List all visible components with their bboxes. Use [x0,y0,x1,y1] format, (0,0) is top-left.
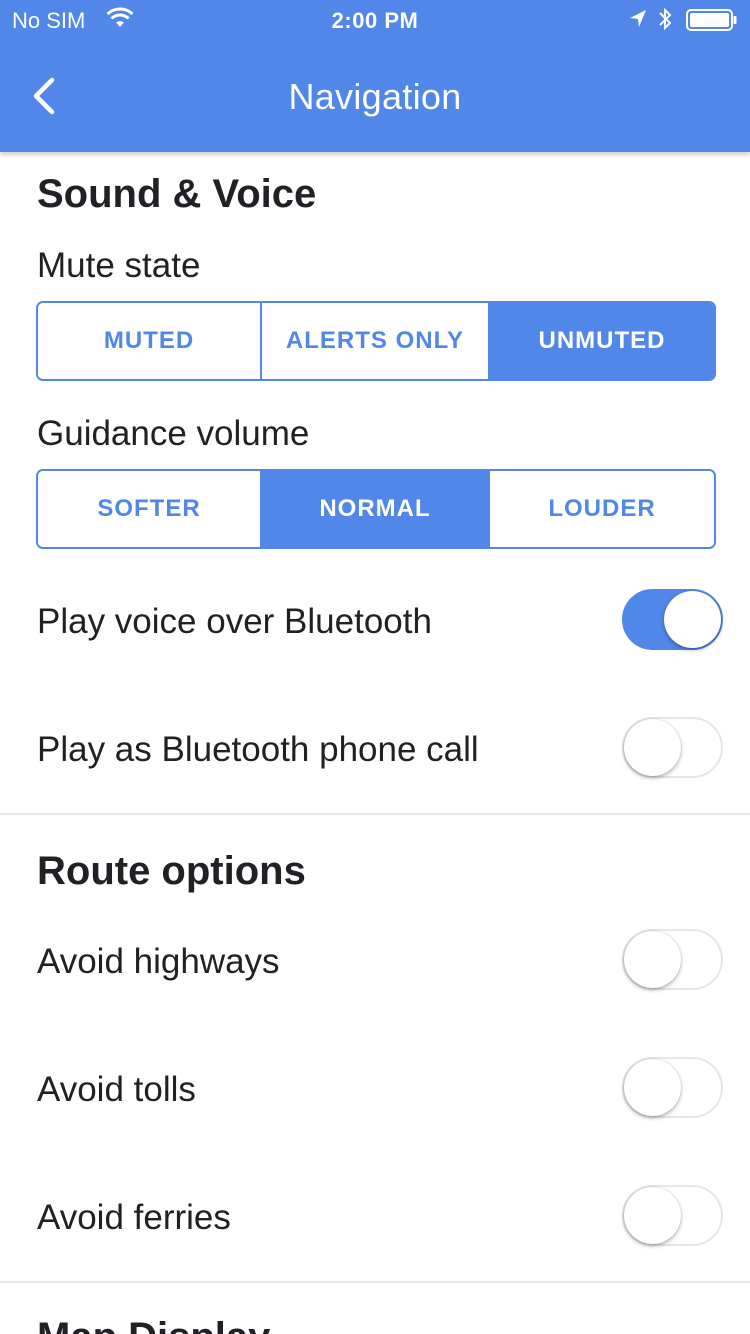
location-arrow-icon [628,8,648,36]
section-divider [0,1281,750,1283]
mute-state-label: Mute state [37,246,201,285]
page-title: Navigation [288,76,462,117]
toggle-knob [624,1059,681,1116]
section-title-map-display: Map Display [37,1315,270,1334]
battery-icon [686,9,738,37]
toggle-knob [624,1187,681,1244]
volume-option-softer[interactable]: SOFTER [38,471,262,547]
mute-state-segmented-control: MUTED ALERTS ONLY UNMUTED [36,301,716,381]
play-voice-bluetooth-toggle[interactable] [622,589,723,650]
section-divider [0,813,750,815]
mute-option-muted[interactable]: MUTED [38,303,262,379]
section-title-sound-voice: Sound & Voice [37,172,317,216]
toggle-knob [664,591,721,648]
toggle-knob [624,931,681,988]
settings-content[interactable]: Sound & Voice Mute state MUTED ALERTS ON… [0,152,750,1334]
avoid-tolls-label: Avoid tolls [37,1070,196,1109]
avoid-ferries-toggle[interactable] [622,1185,723,1246]
volume-option-normal[interactable]: NORMAL [262,471,490,547]
avoid-tolls-toggle[interactable] [622,1057,723,1118]
section-title-route-options: Route options [37,849,306,893]
avoid-highways-label: Avoid highways [37,942,280,981]
play-bluetooth-call-toggle[interactable] [622,717,723,778]
guidance-volume-label: Guidance volume [37,414,310,453]
toggle-knob [624,719,681,776]
bluetooth-icon [657,6,673,38]
app-header: No SIM 2:00 PM Navigation [0,0,750,152]
avoid-highways-toggle[interactable] [622,929,723,990]
avoid-ferries-label: Avoid ferries [37,1198,231,1237]
volume-option-louder[interactable]: LOUDER [490,471,714,547]
mute-option-alerts-only[interactable]: ALERTS ONLY [262,303,490,379]
mute-option-unmuted[interactable]: UNMUTED [490,303,714,379]
guidance-volume-segmented-control: SOFTER NORMAL LOUDER [36,469,716,549]
status-bar: No SIM 2:00 PM [0,0,750,40]
play-voice-bluetooth-label: Play voice over Bluetooth [37,602,432,641]
play-bluetooth-call-label: Play as Bluetooth phone call [37,730,479,769]
